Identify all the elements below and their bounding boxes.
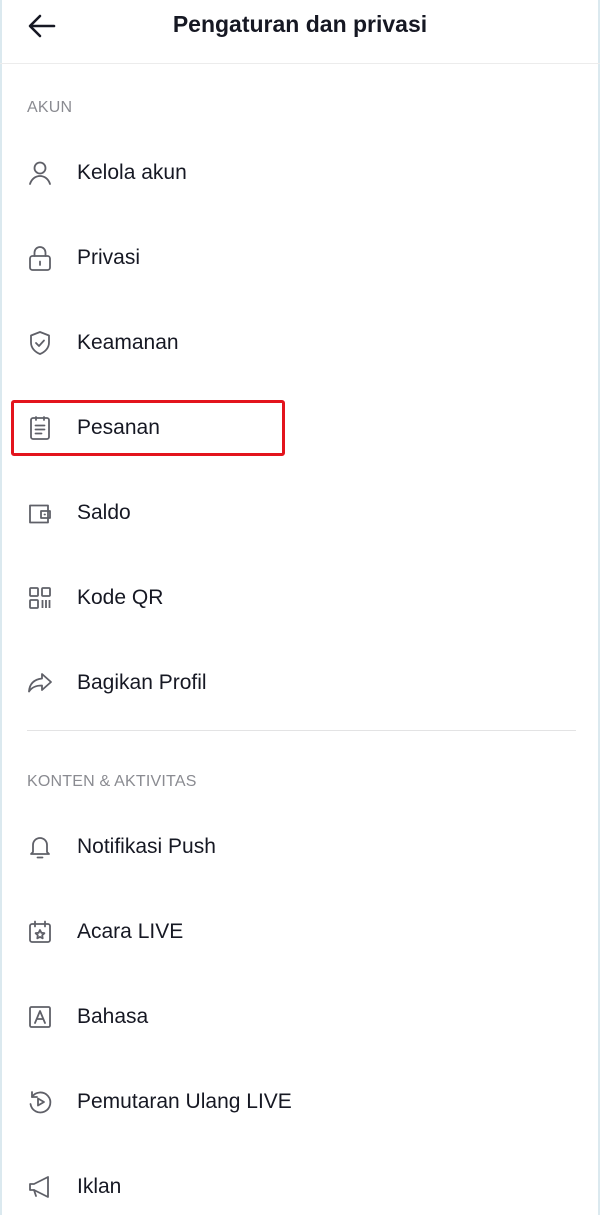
replay-icon [26, 1088, 54, 1116]
menu-item-label: Pemutaran Ulang LIVE [77, 1090, 292, 1113]
menu-item-label: Bagikan Profil [77, 671, 207, 694]
menu-item-notifikasi-push[interactable]: Notifikasi Push [0, 807, 600, 887]
menu-item-kode-qr[interactable]: Kode QR [0, 558, 600, 638]
menu-item-privasi[interactable]: Privasi [0, 218, 600, 298]
menu-item-keamanan[interactable]: Keamanan [0, 303, 600, 383]
qr-code-icon [26, 584, 54, 612]
menu-item-saldo[interactable]: Saldo [0, 473, 600, 553]
lock-icon [26, 244, 54, 272]
menu-item-label: Notifikasi Push [77, 835, 216, 858]
menu-item-label: Acara LIVE [77, 920, 184, 943]
menu-item-label: Kode QR [77, 586, 164, 609]
menu-item-iklan[interactable]: Iklan [0, 1147, 600, 1227]
menu-item-label: Pesanan [77, 416, 160, 439]
menu-item-label: Bahasa [77, 1005, 149, 1028]
menu-item-pesanan[interactable]: Pesanan [0, 388, 600, 468]
menu-item-bagikan-profil[interactable]: Bagikan Profil [0, 643, 600, 723]
menu-item-acara-live[interactable]: Acara LIVE [0, 892, 600, 972]
menu-item-label: Privasi [77, 246, 141, 269]
user-icon [26, 159, 54, 187]
menu-item-bahasa[interactable]: Bahasa [0, 977, 600, 1057]
page-title: Pengaturan dan privasi [172, 11, 428, 37]
bell-icon [26, 833, 54, 861]
menu-item-kelola-akun[interactable]: Kelola akun [0, 133, 600, 213]
menu-item-label: Saldo [77, 501, 131, 524]
menu-item-label: Keamanan [77, 331, 179, 354]
calendar-star-icon [26, 918, 54, 946]
menu-item-pemutaran-ulang-live[interactable]: Pemutaran Ulang LIVE [0, 1062, 600, 1142]
wallet-icon [26, 499, 54, 527]
top-bar: Pengaturan dan privasi [0, 0, 600, 64]
section-label-konten-aktivitas: KONTEN & AKTIVITAS [27, 773, 197, 790]
section-divider [27, 730, 576, 731]
clipboard-list-icon [26, 414, 54, 442]
language-a-icon [26, 1003, 54, 1031]
megaphone-icon [26, 1173, 54, 1201]
menu-item-label: Kelola akun [77, 161, 187, 184]
shield-check-icon [26, 329, 54, 357]
share-arrow-icon [26, 669, 54, 697]
menu-item-label: Iklan [77, 1175, 122, 1198]
section-label-akun: AKUN [27, 99, 73, 116]
